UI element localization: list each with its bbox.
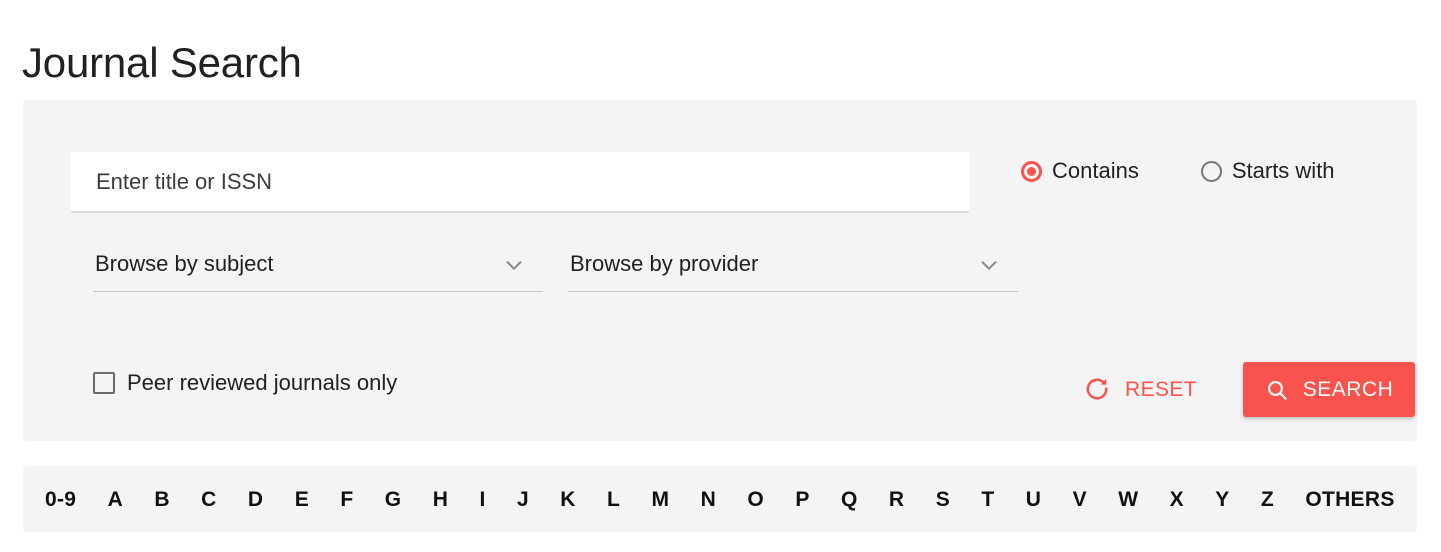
alphabet-item-b[interactable]: B [154,489,169,510]
alphabet-item-u[interactable]: U [1026,489,1041,510]
alphabet-item-x[interactable]: X [1170,489,1184,510]
chevron-down-icon [503,254,525,276]
refresh-icon [1084,376,1110,402]
search-icon [1265,378,1289,402]
alphabet-item-v[interactable]: V [1073,489,1087,510]
page-title: Journal Search [22,39,302,87]
search-panel: Contains Starts with Browse by subject [23,100,1417,441]
radio-option-starts-with[interactable]: Starts with [1200,158,1335,183]
radio-label-contains: Contains [1052,158,1139,183]
provider-select-value: Browse by provider [570,251,759,276]
alphabet-item-s[interactable]: S [936,489,950,510]
alphabet-item-o[interactable]: O [747,489,764,510]
reset-label: RESET [1125,377,1198,401]
peer-reviewed-label: Peer reviewed journals only [127,370,398,395]
radio-label-starts-with: Starts with [1231,158,1335,183]
checkbox-unchecked-icon[interactable] [93,372,115,394]
alphabet-item-t[interactable]: T [981,489,994,510]
alphabet-item-z[interactable]: Z [1261,489,1274,510]
provider-select[interactable]: Browse by provider [568,248,1018,292]
alphabet-item-y[interactable]: Y [1215,489,1229,510]
alphabet-item-m[interactable]: M [652,489,670,510]
alphabet-item-k[interactable]: K [560,489,575,510]
actions-row: Peer reviewed journals only RESET SEARCH [71,362,1415,424]
radio-selected-icon[interactable] [1021,160,1042,182]
browse-selects-row: Browse by subject Browse by provider [71,248,1371,294]
match-mode-radio-group: Contains Starts with [1021,160,1335,182]
alphabet-item-0-9[interactable]: 0-9 [45,489,76,510]
alphabet-item-h[interactable]: H [433,489,448,510]
alphabet-item-n[interactable]: N [701,489,716,510]
alphabet-item-p[interactable]: P [795,489,809,510]
radio-unselected-icon[interactable] [1200,160,1222,182]
chevron-down-icon [978,254,1000,276]
alphabet-item-f[interactable]: F [340,489,353,510]
subject-select-value: Browse by subject [95,251,274,276]
search-button[interactable]: SEARCH [1243,362,1415,417]
alphabet-item-a[interactable]: A [108,489,123,510]
alphabet-bar: 0-9 A B C D E F G H I J K L M N O P Q R S T U V W X Y Z OTHERS [23,466,1417,532]
alphabet-item-d[interactable]: D [248,489,263,510]
peer-reviewed-checkbox[interactable]: Peer reviewed journals only [93,372,397,394]
alphabet-item-e[interactable]: E [295,489,309,510]
alphabet-item-q[interactable]: Q [841,489,858,510]
radio-option-contains[interactable]: Contains [1021,160,1139,182]
reset-button[interactable]: RESET [1076,370,1205,408]
alphabet-item-i[interactable]: I [480,489,486,510]
alphabet-item-c[interactable]: C [201,489,216,510]
journal-search-page: Journal Search Contains Starts with Brow… [0,0,1441,552]
alphabet-item-w[interactable]: W [1118,489,1138,510]
search-input[interactable] [71,152,969,213]
alphabet-item-others[interactable]: OTHERS [1305,489,1394,510]
query-row: Contains Starts with [71,152,1371,216]
search-label: SEARCH [1302,378,1394,401]
alphabet-item-g[interactable]: G [385,489,402,510]
subject-select[interactable]: Browse by subject [93,248,543,292]
alphabet-item-l[interactable]: L [607,489,620,510]
alphabet-item-j[interactable]: J [517,489,529,510]
alphabet-item-r[interactable]: R [889,489,904,510]
